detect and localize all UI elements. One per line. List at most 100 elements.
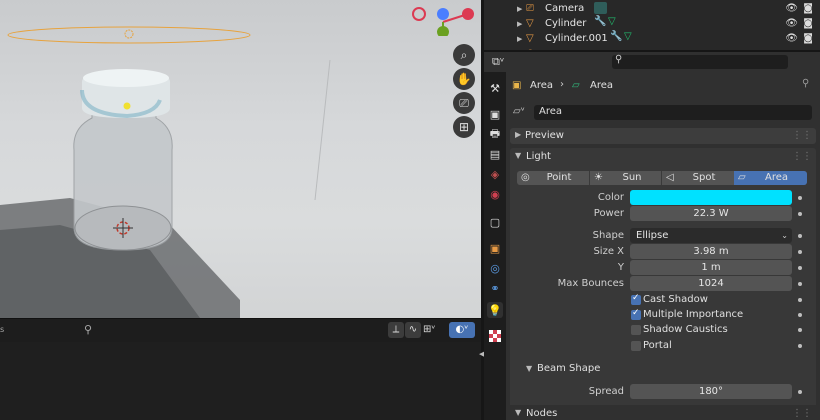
render-camera-icon[interactable]: ◙ [803, 18, 813, 29]
scene-tab-icon[interactable]: ◈ [487, 166, 503, 182]
light-type-spot[interactable]: ◁ Spot [661, 171, 734, 185]
object-tab-icon[interactable]: ▣ [487, 240, 503, 256]
outliner-item-label: Cylinder.001 [545, 33, 608, 44]
mesh-data-icon[interactable]: ▽ [624, 31, 632, 42]
expand-arrow-icon[interactable]: ▶ [517, 35, 522, 43]
light-type-area[interactable]: ▱ Area [734, 171, 807, 185]
preview-panel-header[interactable]: ▶ Preview ⋮⋮ [510, 128, 816, 144]
keyframe-dot-icon[interactable] [798, 282, 802, 286]
chevron-down-icon: ⌄ [781, 231, 788, 240]
edge-marker: s [0, 325, 5, 334]
outliner-item-cylinder[interactable]: ▶ ▽ Cylinder 🔧 ▽ 👁 ◙ [484, 16, 820, 31]
overlay-toggle-icon[interactable]: ◐ᵛ [449, 322, 475, 338]
shadow-caustics-checkbox[interactable] [631, 325, 641, 335]
light-color-swatch[interactable] [630, 190, 792, 205]
portal-label: Portal [643, 340, 672, 351]
keyframe-dot-icon[interactable] [798, 344, 802, 348]
datablock-name-text: Area [539, 106, 563, 117]
light-object-icon: ▣ [512, 80, 522, 91]
properties-search-input[interactable]: ⚲ [612, 54, 788, 69]
light-type-label: Spot [692, 172, 716, 183]
outliner-item-cylinder-001[interactable]: ▶ ▽ Cylinder.001 🔧 ▽ 👁 ◙ [484, 31, 820, 46]
keyframe-dot-icon[interactable] [798, 328, 802, 332]
search-icon: ⚲ [615, 54, 623, 65]
keyframe-dot-icon[interactable] [798, 313, 802, 317]
mesh-icon: ▽ [526, 32, 534, 44]
navigation-gizmo[interactable] [410, 6, 474, 38]
mesh-data-icon[interactable]: ▽ [608, 16, 616, 27]
keyframe-dot-icon[interactable] [798, 298, 802, 302]
keyframe-dot-icon[interactable] [798, 196, 802, 200]
visibility-eye-icon[interactable]: 👁 [785, 18, 798, 29]
zoom-icon[interactable]: ⌕ [453, 44, 475, 66]
keyframe-dot-icon[interactable] [798, 266, 802, 270]
keyframe-dot-icon[interactable] [798, 390, 802, 394]
max-bounces-label: Max Bounces [557, 278, 624, 289]
max-bounces-field[interactable]: 1024 [630, 276, 792, 291]
browse-light-data-icon[interactable]: ▱ᵛ [513, 106, 525, 117]
expand-arrow-icon[interactable]: ▶ [517, 20, 522, 28]
expand-arrow-icon[interactable]: ▶ [517, 5, 522, 13]
size-y-field[interactable]: 1 m [630, 260, 792, 275]
viewport-scene [0, 26, 331, 318]
render-tab-icon[interactable]: ▣ [487, 106, 503, 122]
properties-tabs: ⚒ ▣ 🖶 ▤ ◈ ◉ ▢ ▣ ◎ ⚭ 💡 [484, 72, 506, 420]
nodes-label: Nodes [526, 408, 558, 419]
modifier-wrench-icon[interactable]: 🔧 [594, 16, 606, 27]
sun-light-icon: ☀ [594, 172, 603, 183]
pin-icon[interactable]: ⚲ [802, 78, 809, 89]
proportional-edit-icon[interactable]: ⊞ᵛ [423, 322, 445, 338]
view-layer-tab-icon[interactable]: ▤ [487, 146, 503, 162]
pin-icon[interactable]: ⚲ [84, 323, 92, 336]
drag-handle-icon[interactable]: ⋮⋮ [792, 408, 812, 419]
keyframe-dot-icon[interactable] [798, 234, 802, 238]
tool-tab-icon[interactable]: ⚒ [487, 80, 503, 96]
power-field[interactable]: 22.3 W [630, 206, 792, 221]
render-camera-icon[interactable]: ◙ [803, 33, 813, 44]
drag-handle-icon[interactable]: ⋮⋮ [792, 130, 812, 141]
camera-icon: ⎚ [526, 2, 534, 14]
render-camera-icon[interactable]: ◙ [803, 3, 813, 14]
3d-viewport[interactable]: ⌕ ✋ ⎚ ⊞ [0, 0, 481, 318]
light-type-point[interactable]: ◎ Point [517, 171, 589, 185]
shape-label: Shape [592, 230, 624, 241]
snap-icon[interactable]: ∿ [405, 322, 421, 338]
visibility-eye-icon[interactable]: 👁 [785, 33, 798, 44]
expand-arrow-icon: ▼ [515, 408, 522, 417]
modifier-wrench-icon[interactable]: 🔧 [610, 31, 622, 42]
portal-checkbox[interactable] [631, 341, 641, 351]
camera-view-icon[interactable]: ⎚ [453, 92, 475, 114]
keyframe-dot-icon[interactable] [798, 250, 802, 254]
breadcrumb-object: Area [530, 80, 554, 91]
editor-type-icon[interactable]: ⧉ᵛ [492, 55, 504, 69]
outliner-item-camera[interactable]: ▶ ⎚ Camera 👁 ◙ [484, 1, 820, 16]
drag-handle-icon[interactable]: ⋮⋮ [792, 151, 812, 162]
spot-light-icon: ◁ [666, 172, 674, 183]
keyframe-dot-icon[interactable] [798, 212, 802, 216]
orthographic-grid-icon[interactable]: ⊞ [453, 116, 475, 138]
nodes-panel-header[interactable]: ▼ Nodes ⋮⋮ [506, 405, 820, 420]
collection-tab-icon[interactable]: ▢ [487, 214, 503, 230]
transform-pivot-icon[interactable]: ⟂ [388, 322, 404, 338]
camera-data-icon[interactable] [594, 2, 607, 14]
cast-shadow-checkbox[interactable] [631, 293, 641, 305]
breadcrumb-separator-icon: › [560, 79, 564, 90]
light-data-tab-icon[interactable]: 💡 [487, 302, 503, 318]
spread-field[interactable]: 180° [630, 384, 792, 399]
expand-arrow-icon[interactable]: ▼ [526, 364, 532, 373]
datablock-name-field[interactable]: Area [534, 105, 812, 120]
pan-hand-icon[interactable]: ✋ [453, 68, 475, 90]
multiple-importance-checkbox[interactable] [631, 308, 641, 320]
size-y-label: Y [617, 262, 624, 273]
constraints-tab-icon[interactable]: ⚭ [487, 280, 503, 296]
shape-dropdown[interactable]: Ellipse ⌄ [630, 228, 792, 243]
output-tab-icon[interactable]: 🖶 [487, 126, 503, 142]
size-x-field[interactable]: 3.98 m [630, 244, 792, 259]
texture-tab-icon[interactable] [487, 328, 503, 344]
visibility-eye-icon[interactable]: 👁 [785, 3, 798, 14]
light-type-sun[interactable]: ☀ Sun [589, 171, 662, 185]
physics-tab-icon[interactable]: ◎ [487, 260, 503, 276]
expand-arrow-icon[interactable]: ▼ [515, 151, 521, 160]
beam-shape-label: Beam Shape [537, 363, 601, 374]
world-tab-icon[interactable]: ◉ [487, 186, 503, 202]
